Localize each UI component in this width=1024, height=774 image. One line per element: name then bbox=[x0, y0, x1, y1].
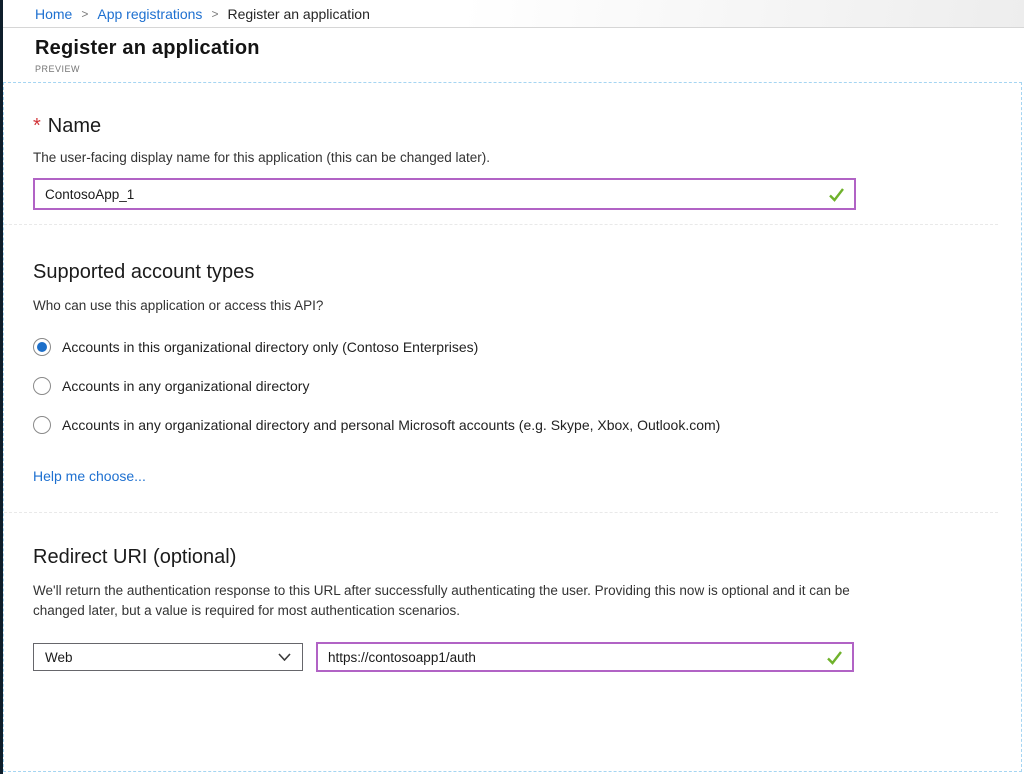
redirect-uri-heading: Redirect URI (optional) bbox=[33, 546, 997, 569]
section-divider bbox=[4, 512, 998, 513]
account-type-option[interactable]: Accounts in this organizational director… bbox=[33, 338, 997, 356]
account-type-option-label: Accounts in any organizational directory… bbox=[62, 417, 720, 433]
redirect-uri-description: We'll return the authentication response… bbox=[33, 581, 869, 621]
help-me-choose-link[interactable]: Help me choose... bbox=[33, 468, 146, 484]
account-types-heading: Supported account types bbox=[33, 261, 997, 284]
preview-badge: PREVIEW bbox=[35, 64, 1024, 74]
redirect-uri-field bbox=[316, 642, 854, 672]
account-type-option[interactable]: Accounts in any organizational directory… bbox=[33, 416, 997, 434]
app-name-input[interactable] bbox=[35, 180, 828, 208]
breadcrumb-home-link[interactable]: Home bbox=[35, 6, 72, 22]
redirect-type-select[interactable]: Web bbox=[33, 643, 303, 671]
breadcrumb: Home > App registrations > Register an a… bbox=[3, 0, 1024, 28]
page-header: Register an application PREVIEW bbox=[3, 28, 1024, 81]
section-divider bbox=[4, 224, 998, 225]
redirect-uri-input[interactable] bbox=[318, 644, 826, 670]
breadcrumb-separator: > bbox=[81, 7, 88, 21]
valid-checkmark-icon bbox=[828, 187, 845, 202]
register-application-form: * Name The user-facing display name for t… bbox=[3, 82, 1022, 772]
account-type-option-label: Accounts in this organizational director… bbox=[62, 339, 478, 355]
account-type-option[interactable]: Accounts in any organizational directory bbox=[33, 377, 997, 395]
breadcrumb-current-page: Register an application bbox=[227, 6, 369, 22]
redirect-type-value: Web bbox=[45, 650, 73, 665]
chevron-down-icon bbox=[278, 653, 291, 661]
account-types-question: Who can use this application or access t… bbox=[33, 298, 997, 313]
page-title: Register an application bbox=[35, 37, 1024, 60]
valid-checkmark-icon bbox=[826, 650, 843, 665]
breadcrumb-app-registrations-link[interactable]: App registrations bbox=[97, 6, 202, 22]
name-heading-text: Name bbox=[48, 115, 101, 137]
radio-button-icon bbox=[33, 377, 51, 395]
redirect-uri-row: Web bbox=[33, 642, 997, 672]
radio-button-icon bbox=[33, 416, 51, 434]
radio-button-icon bbox=[33, 338, 51, 356]
name-section-heading: * Name bbox=[33, 115, 997, 138]
breadcrumb-separator: > bbox=[211, 7, 218, 21]
account-type-option-label: Accounts in any organizational directory bbox=[62, 378, 309, 394]
required-indicator: * bbox=[33, 115, 41, 137]
window-edge bbox=[0, 0, 3, 774]
name-description: The user-facing display name for this ap… bbox=[33, 150, 997, 165]
app-name-field bbox=[33, 178, 856, 210]
